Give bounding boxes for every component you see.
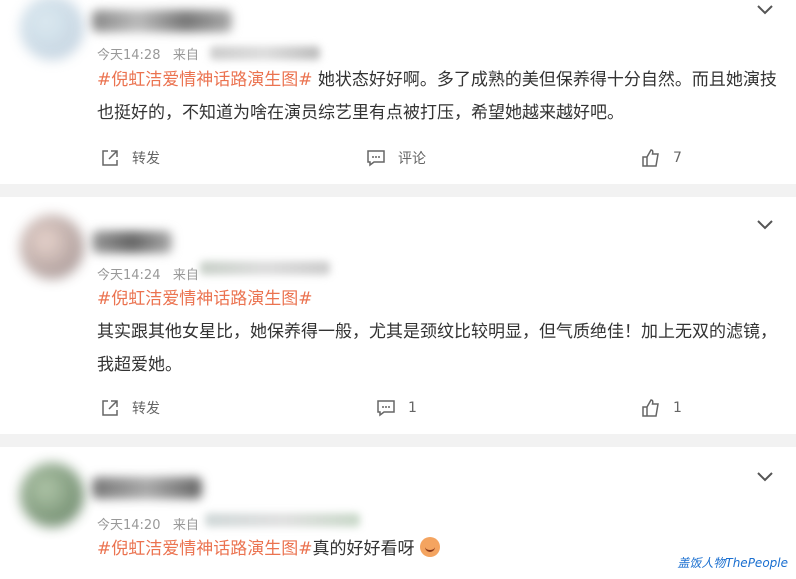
repost-button[interactable]: 转发 — [100, 148, 160, 168]
chevron-down-icon[interactable] — [756, 471, 774, 483]
separator — [0, 184, 796, 197]
username-1[interactable] — [92, 10, 232, 32]
source-device-1 — [210, 46, 320, 60]
like-count: 1 — [673, 400, 682, 416]
source-prefix-2: 来自 — [172, 268, 199, 283]
comment-button[interactable]: 1 — [376, 398, 417, 418]
hashtag-link[interactable]: #倪虹洁爱情神话路演生图# — [97, 283, 777, 316]
comment-meta-3: 今天14:20 来自 — [97, 514, 199, 533]
repost-button[interactable]: 转发 — [100, 398, 160, 418]
comment-meta-2: 今天14:24 来自 — [97, 264, 199, 283]
source-prefix-3: 来自 — [172, 518, 199, 533]
comment-icon — [367, 150, 385, 167]
username-3[interactable] — [92, 477, 202, 499]
user-avatar-1[interactable] — [20, 0, 84, 60]
comment-text-2: #倪虹洁爱情神话路演生图# 其实跟其他女星比，她保养得一般，尤其是颈纹比较明显，… — [97, 283, 777, 382]
watermark: 盖饭人物ThePeople — [677, 556, 788, 570]
comment-time-1: 今天14:28 — [97, 48, 161, 63]
like-button[interactable]: 7 — [641, 148, 682, 168]
source-prefix-1: 来自 — [172, 48, 199, 63]
comment-button[interactable]: 评论 — [366, 148, 426, 168]
like-count: 7 — [673, 150, 682, 166]
user-avatar-3[interactable] — [20, 463, 84, 527]
chevron-down-icon[interactable] — [756, 219, 774, 231]
comment-text-3: #倪虹洁爱情神话路演生图#真的好好看呀 — [97, 533, 777, 566]
thumbs-up-icon — [642, 399, 659, 417]
separator — [0, 434, 796, 447]
like-button[interactable]: 1 — [641, 398, 682, 418]
thumbs-up-icon — [642, 149, 659, 167]
chevron-down-icon[interactable] — [756, 4, 774, 16]
source-device-3 — [205, 513, 360, 527]
emoji-icon — [419, 537, 440, 557]
comment-icon — [377, 400, 395, 417]
comment-count: 1 — [408, 400, 417, 416]
hashtag-link[interactable]: #倪虹洁爱情神话路演生图# — [97, 539, 313, 559]
hashtag-link[interactable]: #倪虹洁爱情神话路演生图# — [97, 70, 313, 90]
comment-meta-1: 今天14:28 来自 — [97, 44, 199, 63]
comment-card-2: 今天14:24 来自 #倪虹洁爱情神话路演生图# 其实跟其他女星比，她保养得一般… — [0, 197, 796, 434]
user-avatar-2[interactable] — [20, 215, 84, 279]
comment-time-3: 今天14:20 — [97, 518, 161, 533]
comment-text-1: #倪虹洁爱情神话路演生图# 她状态好好啊。多了成熟的美但保养得十分自然。而且她演… — [97, 70, 777, 123]
username-2[interactable] — [92, 231, 172, 253]
comment-time-2: 今天14:24 — [97, 268, 161, 283]
share-icon — [102, 150, 118, 166]
comment-card-1: 今天14:28 来自 #倪虹洁爱情神话路演生图# 她状态好好啊。多了成熟的美但保… — [0, 0, 796, 184]
share-icon — [102, 400, 118, 416]
source-device-2 — [200, 261, 330, 275]
